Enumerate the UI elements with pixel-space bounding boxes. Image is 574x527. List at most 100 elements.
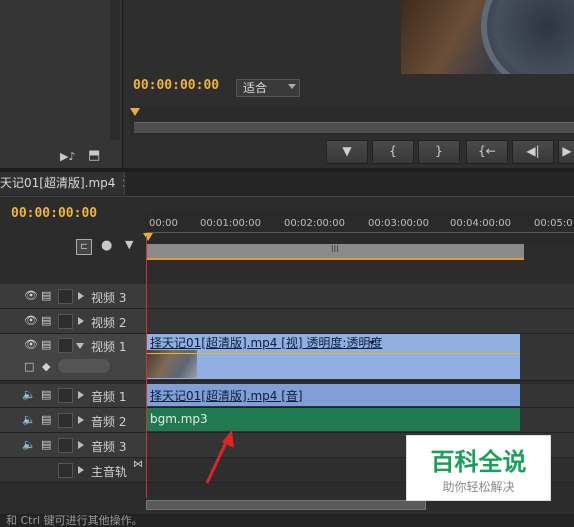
video-clip[interactable]: 择天记01[超清版].mp4 [视] 透明度:透明度 bbox=[147, 334, 520, 379]
monitor-ruler[interactable] bbox=[130, 106, 574, 136]
add-marker-button[interactable]: ▼ bbox=[326, 140, 368, 164]
track-lock-box[interactable] bbox=[58, 463, 73, 478]
step-back-button[interactable]: ◀| bbox=[512, 140, 554, 164]
display-style-icon[interactable]: □ bbox=[24, 360, 34, 373]
lock-sync-icon[interactable]: ▤ bbox=[41, 289, 51, 302]
close-icon[interactable]: × bbox=[121, 176, 124, 190]
tab-sequence-label: 天记01[超清版].mp4 bbox=[0, 176, 116, 190]
project-scrollbar[interactable] bbox=[110, 0, 120, 140]
track-lock-box[interactable] bbox=[58, 413, 73, 428]
track-label: 主音轨 bbox=[91, 465, 128, 479]
lock-sync-icon[interactable]: ▤ bbox=[41, 338, 51, 351]
track-label: 音频 2 bbox=[91, 415, 127, 429]
go-to-in-button[interactable]: {← bbox=[466, 140, 508, 164]
track-area-video2[interactable] bbox=[146, 309, 574, 334]
monitor-zoom-bar[interactable] bbox=[134, 122, 574, 133]
marker-keyframe-icon[interactable]: ● bbox=[101, 238, 112, 253]
speaker-icon[interactable]: 🔈 bbox=[22, 413, 36, 426]
ruler-label: 00:05:0 bbox=[534, 218, 573, 229]
track-label: 视频 3 bbox=[91, 291, 127, 305]
mark-out-button[interactable]: } bbox=[418, 140, 460, 164]
timeline-scroll-thumb[interactable] bbox=[146, 500, 426, 510]
opacity-dropdown-icon[interactable] bbox=[369, 341, 375, 345]
expand-track-icon[interactable] bbox=[78, 391, 84, 399]
track-header-video3[interactable]: 👁 ▤ 视频 3 bbox=[0, 284, 146, 309]
audio-note-icon[interactable]: ▶♪ bbox=[60, 150, 75, 163]
track-area-video3[interactable] bbox=[146, 284, 574, 309]
monitor-playhead-icon[interactable] bbox=[130, 108, 140, 116]
timeline-timecode[interactable]: 00:00:00:00 bbox=[11, 206, 97, 221]
work-area-grip[interactable]: III bbox=[331, 245, 339, 255]
track-area-video1[interactable]: 择天记01[超清版].mp4 [视] 透明度:透明度 bbox=[146, 334, 574, 381]
chevron-down-icon bbox=[288, 84, 296, 89]
eye-icon[interactable]: 👁 bbox=[24, 314, 38, 327]
add-marker-icon[interactable]: ▼ bbox=[125, 238, 133, 251]
watermark-logo: 百科全说 助你轻松解决 bbox=[406, 435, 551, 501]
mark-in-icon: { bbox=[389, 144, 397, 158]
audio-clip-label: 择天记01[超清版].mp4 [音] bbox=[150, 389, 303, 403]
lock-sync-icon[interactable]: ▤ bbox=[41, 388, 51, 401]
video-clip-label: 择天记01[超清版].mp4 [视] 透明度:透明度 bbox=[150, 336, 383, 350]
mark-in-button[interactable]: { bbox=[372, 140, 414, 164]
keyframe-icon[interactable]: ◆ bbox=[42, 360, 50, 373]
timeline-playhead-icon[interactable] bbox=[143, 233, 153, 241]
ruler-label: 00:02:00:00 bbox=[284, 218, 346, 229]
ruler-label: 00:04:00:00 bbox=[450, 218, 512, 229]
fit-select[interactable]: 适合 bbox=[236, 79, 300, 97]
snap-icon[interactable]: ⊏ bbox=[76, 239, 92, 255]
status-text: 和 Ctrl 键可进行其他操作。 bbox=[6, 514, 143, 527]
ruler-baseline bbox=[146, 232, 574, 233]
expand-track-icon[interactable] bbox=[78, 317, 84, 325]
track-label: 音频 1 bbox=[91, 390, 127, 404]
play-icon: ▶ bbox=[562, 144, 572, 158]
track-lock-box[interactable] bbox=[58, 388, 73, 403]
expand-track-icon[interactable] bbox=[78, 441, 84, 449]
track-lock-box[interactable] bbox=[58, 338, 73, 353]
collapse-track-icon[interactable] bbox=[76, 343, 84, 349]
track-header-video2[interactable]: 👁 ▤ 视频 2 bbox=[0, 309, 146, 334]
track-header-video1[interactable]: 👁 ▤ 视频 1 □ ◆ bbox=[0, 334, 146, 381]
clip-thumbnail bbox=[147, 350, 197, 378]
keyframe-navigator[interactable] bbox=[58, 359, 110, 373]
track-label: 视频 1 bbox=[91, 340, 127, 354]
track-label: 视频 2 bbox=[91, 316, 127, 330]
expand-track-icon[interactable] bbox=[78, 466, 84, 474]
track-lock-box[interactable] bbox=[58, 438, 73, 453]
track-header-master[interactable]: 主音轨 ⋈ bbox=[0, 458, 146, 483]
monitor-video-frame bbox=[401, 0, 574, 74]
dial-image bbox=[481, 0, 574, 74]
speaker-icon[interactable]: 🔈 bbox=[22, 438, 36, 451]
marker-icon: ▼ bbox=[342, 144, 352, 158]
track-label: 音频 3 bbox=[91, 440, 127, 454]
track-header-audio2[interactable]: 🔈 ▤ 音频 2 bbox=[0, 408, 146, 433]
ruler-label: 00:01:00:00 bbox=[200, 218, 262, 229]
new-item-icon[interactable]: ⬒ bbox=[88, 148, 100, 163]
track-area-audio1[interactable]: 择天记01[超清版].mp4 [音] bbox=[146, 384, 574, 408]
audio-clip[interactable]: 择天记01[超清版].mp4 [音] bbox=[147, 384, 520, 406]
eye-icon[interactable]: 👁 bbox=[24, 289, 38, 302]
lock-sync-icon[interactable]: ▤ bbox=[41, 314, 51, 327]
lock-sync-icon[interactable]: ▤ bbox=[41, 413, 51, 426]
monitor-timecode[interactable]: 00:00:00:00 bbox=[133, 78, 219, 93]
speaker-icon[interactable]: 🔈 bbox=[22, 388, 36, 401]
project-panel: ▶♪ ⬒ bbox=[0, 0, 123, 168]
track-lock-box[interactable] bbox=[58, 289, 73, 304]
mark-out-icon: } bbox=[435, 144, 443, 158]
eye-icon[interactable]: 👁 bbox=[24, 338, 38, 351]
arrow-annotation-icon bbox=[205, 430, 234, 484]
master-output-icon: ⋈ bbox=[133, 459, 143, 470]
watermark-subtitle: 助你轻松解决 bbox=[442, 480, 515, 494]
opacity-rubberband[interactable] bbox=[147, 353, 520, 354]
track-lock-box[interactable] bbox=[58, 314, 73, 329]
go-to-in-icon: {← bbox=[478, 144, 496, 158]
tab-sequence[interactable]: 天记01[超清版].mp4 × bbox=[0, 172, 125, 195]
watermark-title: 百科全说 bbox=[430, 448, 527, 476]
expand-track-icon[interactable] bbox=[78, 416, 84, 424]
playhead-line[interactable] bbox=[146, 236, 147, 498]
track-header-audio1[interactable]: 🔈 ▤ 音频 1 bbox=[0, 384, 146, 408]
track-header-audio3[interactable]: 🔈 ▤ 音频 3 bbox=[0, 433, 146, 458]
expand-track-icon[interactable] bbox=[78, 292, 84, 300]
lock-sync-icon[interactable]: ▤ bbox=[41, 438, 51, 451]
play-button[interactable]: ▶ bbox=[558, 140, 574, 164]
ruler-label: 00:03:00:00 bbox=[368, 218, 430, 229]
